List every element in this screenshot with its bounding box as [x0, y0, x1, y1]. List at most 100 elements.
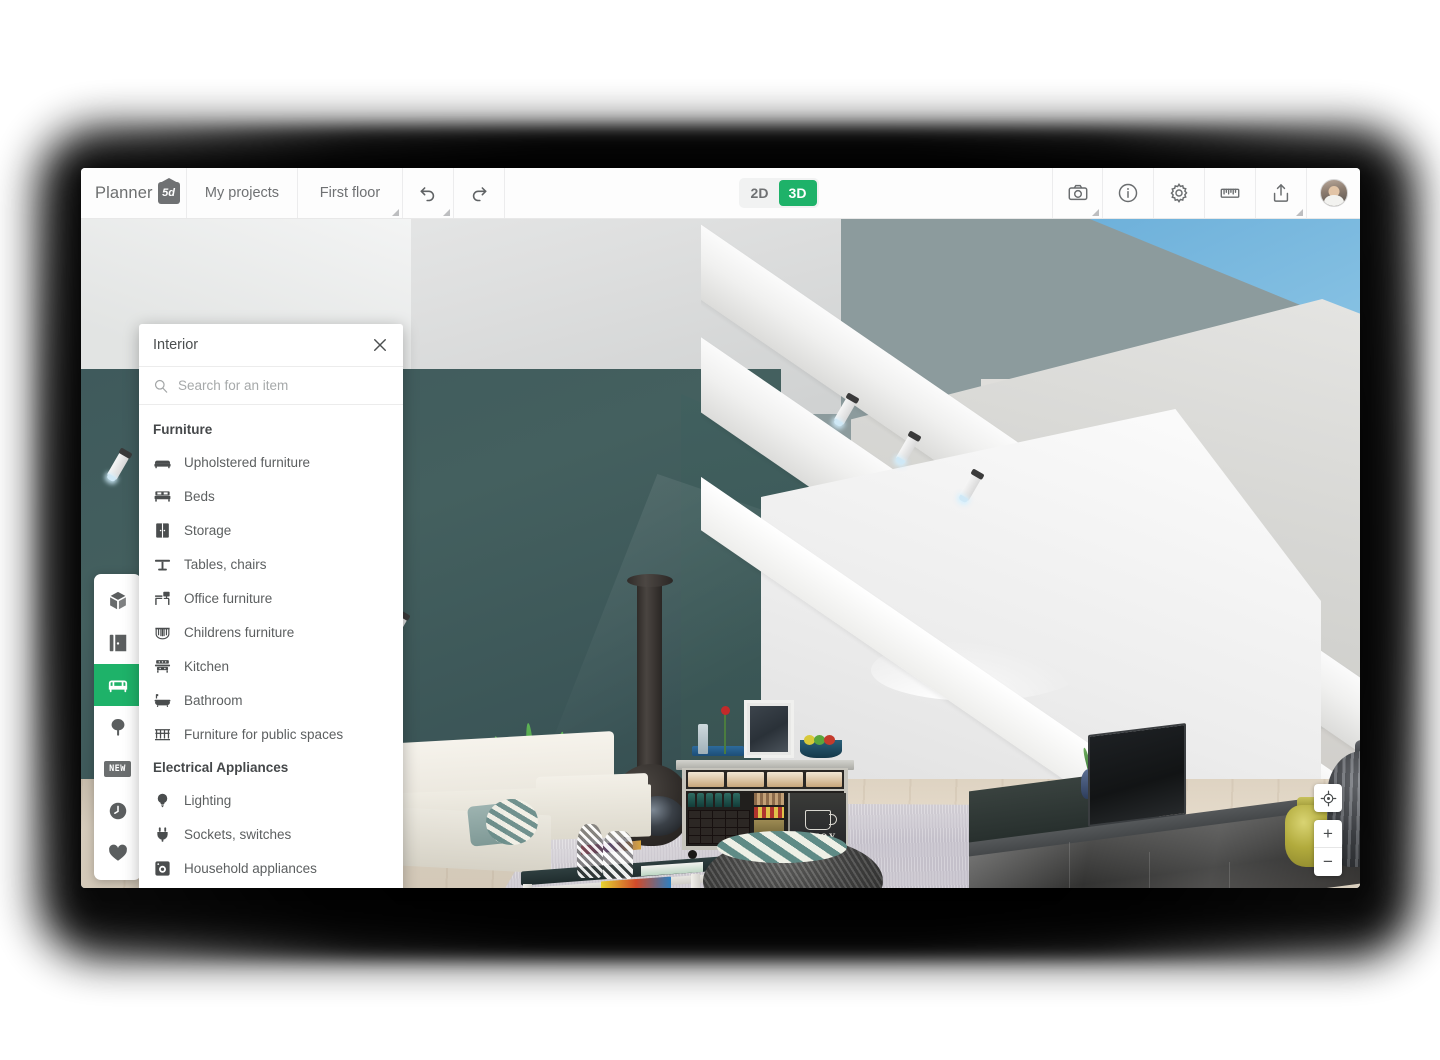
- catalog-group-title: Electrical Appliances: [139, 751, 403, 783]
- camera-button[interactable]: [1052, 168, 1103, 218]
- catalog-item-label: Beds: [184, 489, 215, 504]
- brand-name: Planner: [95, 184, 153, 203]
- clock-icon: [107, 800, 129, 822]
- plug-icon: [153, 825, 172, 844]
- interior-catalog-panel: Interior Furniture: [139, 324, 403, 888]
- catalog-item-storage[interactable]: Storage: [139, 513, 403, 547]
- heart-icon: [107, 842, 129, 864]
- catalog-item-lighting[interactable]: Lighting: [139, 783, 403, 817]
- info-icon: [1117, 182, 1139, 204]
- viewport-controls: + −: [1314, 784, 1342, 876]
- bench-icon: [153, 725, 172, 744]
- scene-patterned-vase-1: [577, 824, 603, 878]
- bulb-icon: [153, 791, 172, 810]
- scene-cabinet-seam: [1229, 862, 1230, 888]
- catalog-item-label: Bathroom: [184, 693, 243, 708]
- scene-basket: [767, 772, 803, 787]
- scene-television[interactable]: [1088, 723, 1186, 827]
- catalog-item-label: Upholstered furniture: [184, 455, 310, 470]
- sofa-icon: [107, 674, 129, 696]
- scene-basket: [806, 772, 842, 787]
- sidebar-item-exterior[interactable]: [94, 706, 141, 748]
- scene-table-leg: [523, 884, 532, 888]
- search-input[interactable]: [178, 378, 389, 393]
- catalog-item-label: Storage: [184, 523, 231, 538]
- new-badge-icon: NEW: [104, 761, 131, 777]
- scene-basket: [688, 772, 724, 787]
- settings-button[interactable]: [1154, 168, 1205, 218]
- share-corner-icon: [1296, 209, 1303, 216]
- catalog-item-sockets-switches[interactable]: Sockets, switches: [139, 817, 403, 851]
- scene-fruit: [824, 735, 835, 745]
- undo-arrow-icon: [418, 183, 438, 203]
- catalog-item-kitchen[interactable]: Kitchen: [139, 649, 403, 683]
- sidebar-item-doors-windows[interactable]: [94, 622, 141, 664]
- ruler-icon: [1219, 182, 1241, 204]
- catalog-item-childrens-furniture[interactable]: Childrens furniture: [139, 615, 403, 649]
- catalog-title: Interior: [153, 337, 371, 353]
- scene-picture-frame: [744, 700, 794, 758]
- scene-bottle: [698, 724, 708, 754]
- scene-flower-stem: [724, 712, 726, 754]
- first-floor-button[interactable]: First floor: [298, 168, 403, 218]
- catalog-item-label: Household appliances: [184, 861, 317, 876]
- scene-shelf-cans: [754, 807, 784, 818]
- catalog-item-label: Furniture for public spaces: [184, 727, 343, 742]
- render-viewport-3d[interactable]: ENJOY: [81, 219, 1360, 888]
- sidebar-item-favorites[interactable]: [94, 832, 141, 874]
- washer-icon: [153, 859, 172, 878]
- scene-pouf-cushion: [717, 831, 847, 863]
- sidebar-item-interior[interactable]: [94, 664, 141, 706]
- kitchen-counter-icon: [153, 657, 172, 676]
- tree-icon: [107, 716, 129, 738]
- dropdown-corner-icon: [392, 209, 399, 216]
- scene-shelf-books: [754, 793, 784, 805]
- toolbar-spacer-left: [505, 168, 729, 218]
- desk-icon: [153, 589, 172, 608]
- catalog-item-tables-chairs[interactable]: Tables, chairs: [139, 547, 403, 581]
- scene-chalk-mug-drawing: [805, 810, 831, 830]
- toolbar-spacer-right: [829, 168, 1053, 218]
- catalog-search-row: [139, 367, 403, 405]
- scene-basket: [727, 772, 763, 787]
- redo-arrow-icon: [469, 183, 489, 203]
- zoom-out-button[interactable]: −: [1314, 848, 1342, 876]
- catalog-item-label: Childrens furniture: [184, 625, 294, 640]
- catalog-item-label: Tables, chairs: [184, 557, 267, 572]
- user-account-button[interactable]: [1307, 168, 1360, 218]
- planner5d-logo-icon: 5d: [158, 182, 180, 204]
- page-root: Planner 5d My projects First floor: [0, 0, 1440, 1060]
- catalog-item-household-appliances[interactable]: Household appliances: [139, 851, 403, 885]
- measure-button[interactable]: [1205, 168, 1256, 218]
- scene-stove-flue-cap: [627, 574, 673, 587]
- scene-flower: [721, 706, 730, 715]
- scene-table-leg: [691, 874, 700, 888]
- left-toolbar-rail: NEW: [94, 574, 141, 880]
- brand-logo-text: 5d: [162, 187, 175, 199]
- view-2d-button[interactable]: 2D: [741, 180, 779, 206]
- sidebar-item-construction[interactable]: [94, 580, 141, 622]
- catalog-item-bathroom[interactable]: Bathroom: [139, 683, 403, 717]
- my-projects-button[interactable]: My projects: [187, 168, 298, 218]
- catalog-item-beds[interactable]: Beds: [139, 479, 403, 513]
- catalog-item-furniture-public-spaces[interactable]: Furniture for public spaces: [139, 717, 403, 751]
- catalog-item-upholstered-furniture[interactable]: Upholstered furniture: [139, 445, 403, 479]
- close-icon[interactable]: [371, 336, 389, 354]
- info-button[interactable]: [1103, 168, 1154, 218]
- catalog-item-label: Kitchen: [184, 659, 229, 674]
- undo-button[interactable]: [403, 168, 454, 218]
- sidebar-item-new[interactable]: NEW: [94, 748, 141, 790]
- view-3d-button[interactable]: 3D: [779, 180, 817, 206]
- zoom-in-button[interactable]: +: [1314, 820, 1342, 848]
- redo-button[interactable]: [454, 168, 505, 218]
- undo-corner-icon: [443, 209, 450, 216]
- catalog-item-office-furniture[interactable]: Office furniture: [139, 581, 403, 615]
- share-button[interactable]: [1256, 168, 1307, 218]
- gear-icon: [1168, 182, 1190, 204]
- catalog-item-label: Sockets, switches: [184, 827, 291, 842]
- brand-logo-area[interactable]: Planner 5d: [81, 168, 187, 218]
- zoom-controls: + −: [1314, 820, 1342, 876]
- crib-icon: [153, 623, 172, 642]
- recenter-button[interactable]: [1314, 784, 1342, 812]
- sidebar-item-recent[interactable]: [94, 790, 141, 832]
